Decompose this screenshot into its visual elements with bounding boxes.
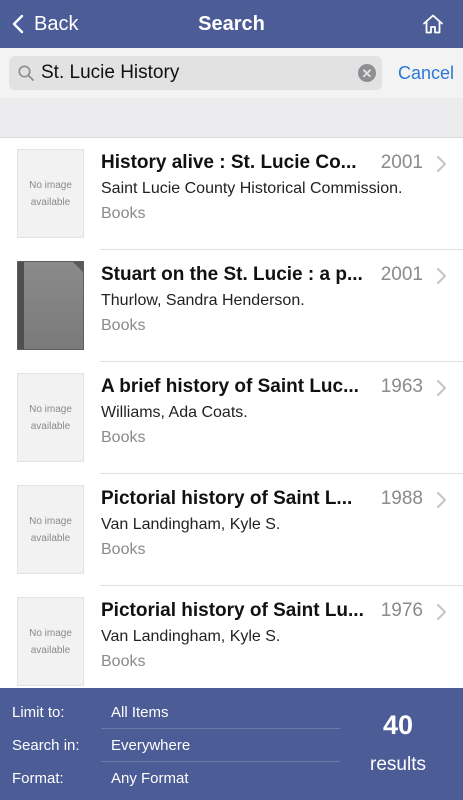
result-type: Books [101, 205, 146, 222]
chevron-right-icon [437, 380, 446, 396]
format-label: Format: [12, 770, 64, 787]
search-bar: St. Lucie History ✕ [0, 48, 463, 98]
no-image-thumbnail: No image available [17, 149, 84, 238]
result-row[interactable]: No image available A brief history of Sai… [0, 362, 463, 474]
limit-to-value: All Items [111, 704, 169, 721]
result-author: Williams, Ada Coats. [101, 404, 248, 421]
chevron-right-icon [437, 268, 446, 284]
back-label: Back [34, 12, 79, 35]
back-button[interactable]: Back [8, 0, 78, 48]
format-value: Any Format [111, 770, 189, 787]
result-type: Books [101, 653, 146, 670]
format-filter[interactable]: Format: Any Format [0, 762, 340, 795]
search-in-label: Search in: [12, 737, 80, 754]
result-author: Van Landingham, Kyle S. [101, 516, 281, 533]
result-row[interactable]: No image available Pictorial history of S… [0, 586, 463, 688]
section-spacer [0, 98, 463, 138]
result-year: 2001 [380, 264, 423, 285]
result-year: 1988 [380, 488, 423, 509]
result-year: 1963 [380, 376, 423, 397]
no-image-thumbnail: No image available [17, 485, 84, 574]
result-title: Pictorial history of Saint L... [101, 488, 353, 509]
limit-to-filter[interactable]: Limit to: All Items [0, 696, 340, 729]
chevron-right-icon [437, 156, 446, 172]
book-cover-image [17, 261, 84, 350]
search-in-filter[interactable]: Search in: Everywhere [0, 729, 340, 762]
chevron-right-icon [437, 492, 446, 508]
result-title: Stuart on the St. Lucie : a p... [101, 264, 363, 285]
search-icon [18, 65, 34, 81]
chevron-right-icon [437, 604, 446, 620]
chevron-left-icon [12, 14, 24, 34]
result-year: 1976 [380, 600, 423, 621]
cancel-button[interactable]: Cancel [398, 48, 454, 98]
limit-to-label: Limit to: [12, 704, 65, 721]
result-type: Books [101, 317, 146, 334]
filter-footer: Limit to: All Items Search in: Everywher… [0, 688, 463, 800]
result-author: Thurlow, Sandra Henderson. [101, 292, 305, 309]
result-count: 40 [382, 710, 414, 740]
result-year: 2001 [380, 152, 423, 173]
results-list[interactable]: No image available History alive : St. Lu… [0, 138, 463, 688]
no-image-thumbnail: No image available [17, 597, 84, 686]
search-in-value: Everywhere [111, 737, 191, 754]
result-row[interactable]: No image available History alive : St. Lu… [0, 138, 463, 250]
result-title: Pictorial history of Saint Lu... [101, 600, 364, 621]
result-type: Books [101, 429, 146, 446]
result-author: Van Landingham, Kyle S. [101, 628, 281, 645]
result-type: Books [101, 541, 146, 558]
result-count-label: results [370, 754, 426, 775]
result-title: History alive : St. Lucie Co... [101, 152, 357, 173]
navigation-bar: Back Search [0, 0, 463, 48]
no-image-thumbnail: No image available [17, 373, 84, 462]
result-row[interactable]: Stuart on the St. Lucie : a p... 2001 Th… [0, 250, 463, 362]
clear-search-icon[interactable]: ✕ [358, 64, 376, 82]
home-icon[interactable] [421, 12, 445, 36]
search-input[interactable]: St. Lucie History ✕ [9, 56, 382, 90]
search-query-text[interactable]: St. Lucie History [41, 62, 358, 84]
result-row[interactable]: No image available Pictorial history of S… [0, 474, 463, 586]
result-title: A brief history of Saint Luc... [101, 376, 359, 397]
result-author: Saint Lucie County Historical Commission… [101, 180, 403, 197]
